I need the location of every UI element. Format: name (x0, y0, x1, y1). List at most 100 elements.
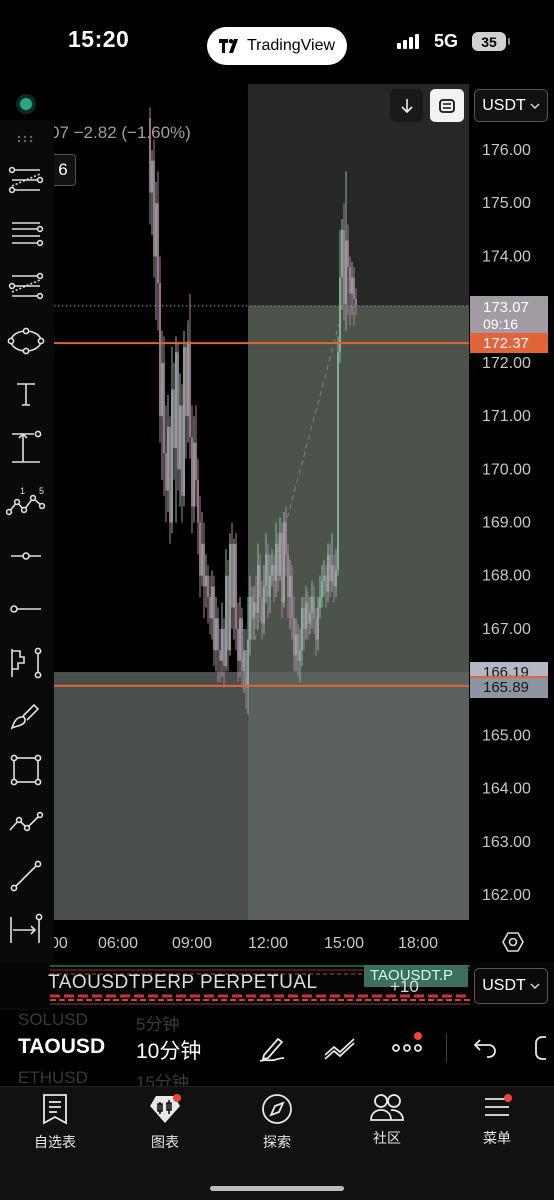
candle-body (277, 543, 279, 576)
y-tick-3: 173.00 (482, 302, 531, 319)
strip-currency-select[interactable]: USDT (474, 968, 548, 1004)
candle-body (285, 522, 287, 555)
price-chart[interactable]: 176.00 175.00 174.00 173.00 172.00 171.00 170.… (0, 84, 554, 966)
watchlist-icon (43, 1094, 67, 1125)
status-time: 15:20 (68, 26, 130, 52)
target-zone (248, 305, 469, 673)
candle-body (255, 602, 257, 613)
candle-body (289, 575, 291, 597)
network-type: 5G (434, 31, 459, 51)
candle-body (341, 229, 343, 278)
x-tick-3: 12:00 (248, 935, 288, 952)
chevron-down-icon (530, 983, 540, 989)
nav-community[interactable]: 社区 (342, 1092, 432, 1162)
fib-channel-icon[interactable] (6, 160, 46, 200)
nav-watchlist-label: 自选表 (34, 1134, 76, 1150)
zigzag-icon[interactable] (6, 803, 46, 843)
notification-dot (414, 1032, 422, 1040)
candle-body (241, 618, 243, 672)
nav-explore[interactable]: 探索 (232, 1092, 322, 1162)
price-change: 07 −2.82 (−1.60%) (50, 123, 191, 142)
candle-body (159, 283, 161, 417)
candle-body (233, 543, 235, 608)
app-pill-label: TradingView (246, 37, 336, 54)
app-pill[interactable]: TradingView (207, 27, 347, 65)
candle-body (321, 581, 323, 597)
candle-body (317, 607, 319, 640)
candle-body (345, 240, 347, 305)
rectangle-icon[interactable] (6, 750, 46, 790)
home-indicator (210, 1186, 344, 1191)
indicators-button[interactable] (321, 1030, 359, 1066)
candle-body (227, 575, 229, 651)
candle-body (337, 352, 339, 571)
candle-body (253, 602, 255, 619)
candle-body (257, 565, 259, 613)
candle-body (247, 639, 249, 688)
candle-body (221, 628, 223, 661)
y-tick-4: 172.00 (482, 355, 531, 372)
long-position-icon[interactable] (6, 642, 46, 682)
nav-chart[interactable]: 图表 (120, 1092, 210, 1162)
price-range-icon[interactable] (6, 428, 46, 468)
pen-icon (259, 1037, 285, 1062)
y-tick-13: 163.00 (482, 834, 531, 851)
candle-body (213, 586, 215, 651)
ghost-symbol-top: SOLUSD (18, 1010, 88, 1029)
candle-body (303, 607, 305, 629)
candle-body (251, 597, 253, 619)
nav-menu[interactable]: 菜单 (452, 1092, 542, 1162)
strip-value: +10 (390, 977, 419, 996)
live-status-icon (16, 94, 36, 114)
candle-body (319, 597, 321, 608)
candle-body (179, 405, 181, 470)
undo-icon (473, 1039, 496, 1058)
undo-button[interactable] (466, 1030, 504, 1066)
y-tick-0: 176.00 (482, 142, 531, 159)
candle-body (335, 570, 337, 587)
candle-body (311, 597, 313, 613)
candle-body (291, 575, 293, 619)
text-icon[interactable] (6, 374, 46, 414)
stop-zone-right (248, 672, 469, 920)
scroll-to-latest-button[interactable] (390, 89, 423, 122)
fib-retracement-icon[interactable] (6, 266, 46, 306)
toolbar-drag-handle-icon[interactable] (16, 130, 38, 143)
horizontal-line-icon[interactable] (6, 589, 46, 629)
brush-icon[interactable] (6, 696, 46, 736)
parallel-lines-icon[interactable] (6, 213, 46, 253)
interval-selector[interactable]: 10分钟 (136, 1035, 201, 1065)
symbol-selector[interactable]: TAOUSD (18, 1035, 105, 1059)
elliott-wave-icon[interactable]: 15 (6, 482, 46, 522)
chevron-down-icon (530, 103, 540, 109)
candle-body (267, 554, 269, 597)
candle-body (333, 565, 335, 587)
date-range-icon[interactable] (6, 910, 46, 950)
candle-body (181, 405, 183, 496)
y-tick-8: 168.00 (482, 568, 531, 585)
ghost-symbol-bottom: ETHUSD (18, 1068, 88, 1087)
nav-watchlist[interactable]: 自选表 (10, 1092, 100, 1162)
horizontal-ray-icon[interactable] (6, 536, 46, 576)
candle-body (279, 533, 281, 576)
y-tick-2: 174.00 (482, 248, 531, 265)
fullscreen-button[interactable] (430, 89, 464, 122)
nav-chart-label: 图表 (151, 1134, 179, 1150)
candle-body (157, 203, 159, 284)
candle-body (209, 597, 211, 619)
y-tick-5: 171.00 (482, 408, 531, 425)
candle-body (313, 597, 315, 619)
fullscreen-icon (439, 98, 455, 113)
candle-body (325, 575, 327, 592)
trend-line-icon[interactable] (6, 856, 46, 896)
candle-body (153, 160, 155, 257)
currency-select[interactable]: USDT (474, 89, 548, 122)
ellipse-icon[interactable] (6, 321, 46, 361)
community-icon (370, 1094, 404, 1121)
redo-button[interactable] (532, 1030, 554, 1066)
candle-body (305, 602, 307, 629)
candle-body (263, 586, 265, 624)
candle-body (331, 565, 333, 582)
drawing-pen-button[interactable] (253, 1030, 291, 1066)
candle-body (219, 650, 221, 661)
